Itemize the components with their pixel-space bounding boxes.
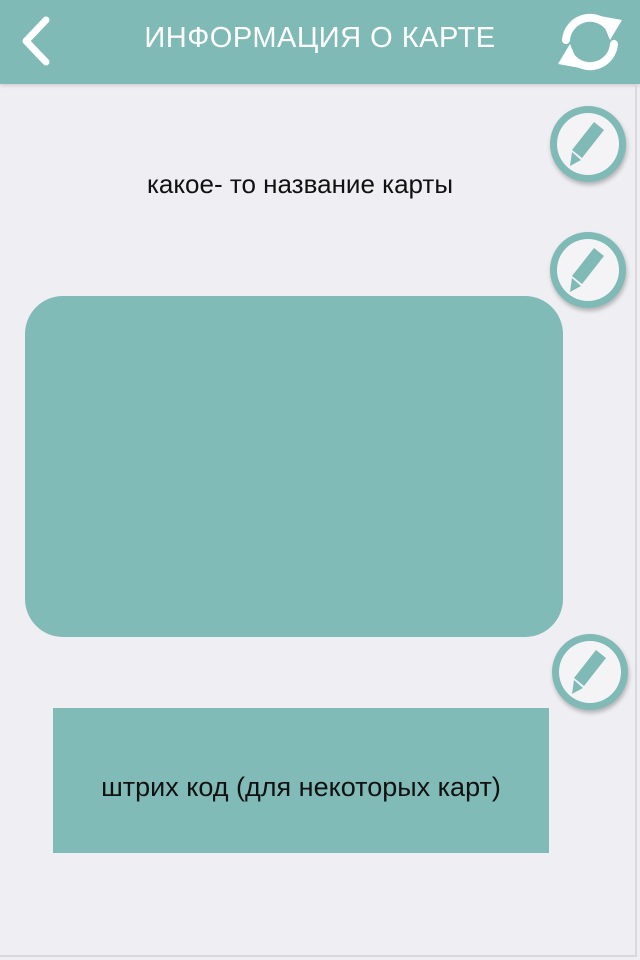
refresh-button[interactable] <box>552 10 628 74</box>
barcode-area: штрих код (для некоторых карт) <box>53 708 549 853</box>
card-name: какое- то название карты <box>146 169 454 199</box>
pencil-icon <box>572 650 606 694</box>
edit-image-button[interactable] <box>550 232 626 308</box>
page-title: ИНФОРМАЦИЯ О КАРТЕ <box>144 22 496 54</box>
card-image <box>25 296 563 637</box>
app-header: ИНФОРМАЦИЯ О КАРТЕ <box>0 0 640 84</box>
barcode-label: штрих код (для некоторых карт) <box>101 772 501 802</box>
edit-barcode-button[interactable] <box>552 634 628 710</box>
refresh-icon <box>558 13 622 71</box>
pencil-icon <box>570 248 604 292</box>
pencil-icon <box>570 122 604 166</box>
